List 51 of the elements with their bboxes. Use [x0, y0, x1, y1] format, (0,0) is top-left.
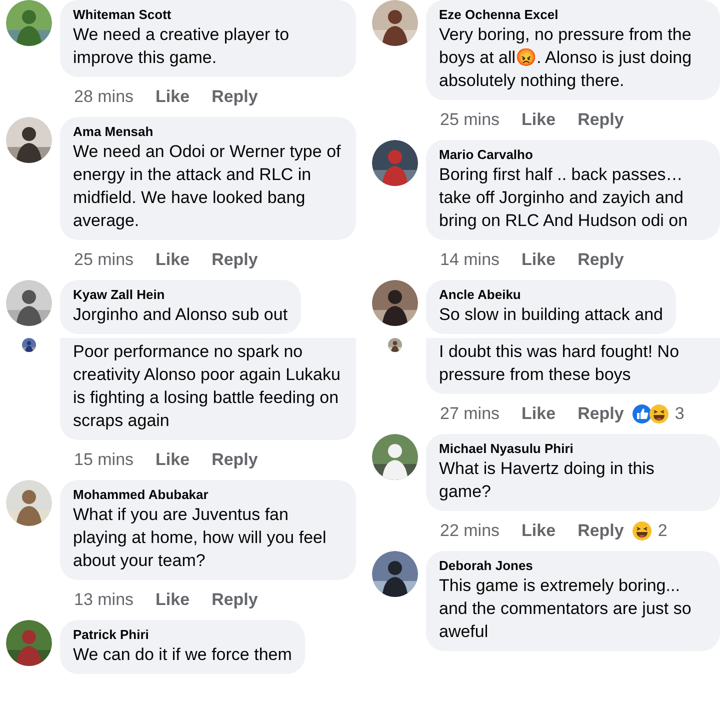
- author-name: Deborah Jones: [439, 557, 534, 574]
- comment-text: Boring first half .. back passes… take off Jorginho and zayich and bring on RLC And Hudson odi on: [439, 164, 689, 232]
- comment-text: Very boring, no pressure from the boys at all😡. Alonso is just doing absolutely nothing there.: [439, 24, 693, 92]
- timestamp: 27 mins: [440, 404, 500, 424]
- comment-text: So slow in building attack and: [439, 304, 663, 326]
- reply-link[interactable]: Reply: [578, 404, 624, 424]
- comment-text: We need a creative player to improve this game.: [73, 24, 290, 69]
- like-link[interactable]: Like: [156, 87, 190, 107]
- comment-text: I doubt this was hard fought! No pressure from these boys: [439, 341, 680, 386]
- reply-link[interactable]: Reply: [212, 87, 258, 107]
- author-name: Whiteman Scott: [73, 6, 172, 23]
- like-link[interactable]: Like: [156, 450, 190, 470]
- comment-text: What is Havertz doing in this game?: [439, 458, 656, 503]
- author-name: Kyaw Zall Hein: [73, 286, 166, 303]
- author-name: Ama Mensah: [73, 123, 154, 140]
- author-name: Ancle Abeiku: [439, 286, 522, 303]
- comment-text: We can do it if we force them: [73, 644, 292, 666]
- reply-link[interactable]: Reply: [212, 250, 258, 270]
- like-link[interactable]: Like: [156, 250, 190, 270]
- comment-text: We need an Odoi or Werner type of energy in the attack and RLC in midfield. We have looked bang average.: [73, 141, 342, 232]
- like-link[interactable]: Like: [156, 590, 190, 610]
- author-name: Michael Nyasulu Phiri: [439, 440, 574, 457]
- comment-text: Jorginho and Alonso sub out: [73, 304, 288, 326]
- comment-text: What if you are Juventus fan playing at home, how will you feel about your team?: [73, 504, 328, 572]
- timestamp: 25 mins: [440, 110, 500, 130]
- timestamp: 25 mins: [74, 250, 134, 270]
- author-name: Mario Carvalho: [439, 146, 534, 163]
- timestamp: 15 mins: [74, 450, 134, 470]
- reply-link[interactable]: Reply: [578, 250, 624, 270]
- reaction-count: 2: [658, 521, 668, 541]
- laughing-reaction-icon: [632, 521, 652, 541]
- reaction-count: 3: [674, 404, 684, 424]
- reply-link[interactable]: Reply: [212, 450, 258, 470]
- timestamp: 14 mins: [440, 250, 500, 270]
- like-link[interactable]: Like: [522, 110, 556, 130]
- reply-link[interactable]: Reply: [212, 590, 258, 610]
- timestamp: 22 mins: [440, 521, 500, 541]
- like-link[interactable]: Like: [522, 404, 556, 424]
- laughing-reaction-icon: [648, 404, 669, 424]
- author-name: Patrick Phiri: [73, 626, 150, 643]
- comment-text: This game is extremely boring... and the commentators are just so aweful: [439, 575, 692, 643]
- reply-link[interactable]: Reply: [578, 521, 624, 541]
- timestamp: 13 mins: [74, 590, 134, 610]
- like-link[interactable]: Like: [522, 250, 556, 270]
- comment-text: Poor performance no spark no creativity Alonso poor again Lukaku is fighting a losing battle feeding on scraps again: [73, 341, 342, 432]
- author-name: Eze Ochenna Excel: [439, 6, 560, 23]
- like-reaction-icon: [632, 404, 652, 424]
- reply-link[interactable]: Reply: [578, 110, 624, 130]
- author-name: Mohammed Abubakar: [73, 486, 210, 503]
- timestamp: 28 mins: [74, 87, 134, 107]
- like-link[interactable]: Like: [522, 521, 556, 541]
